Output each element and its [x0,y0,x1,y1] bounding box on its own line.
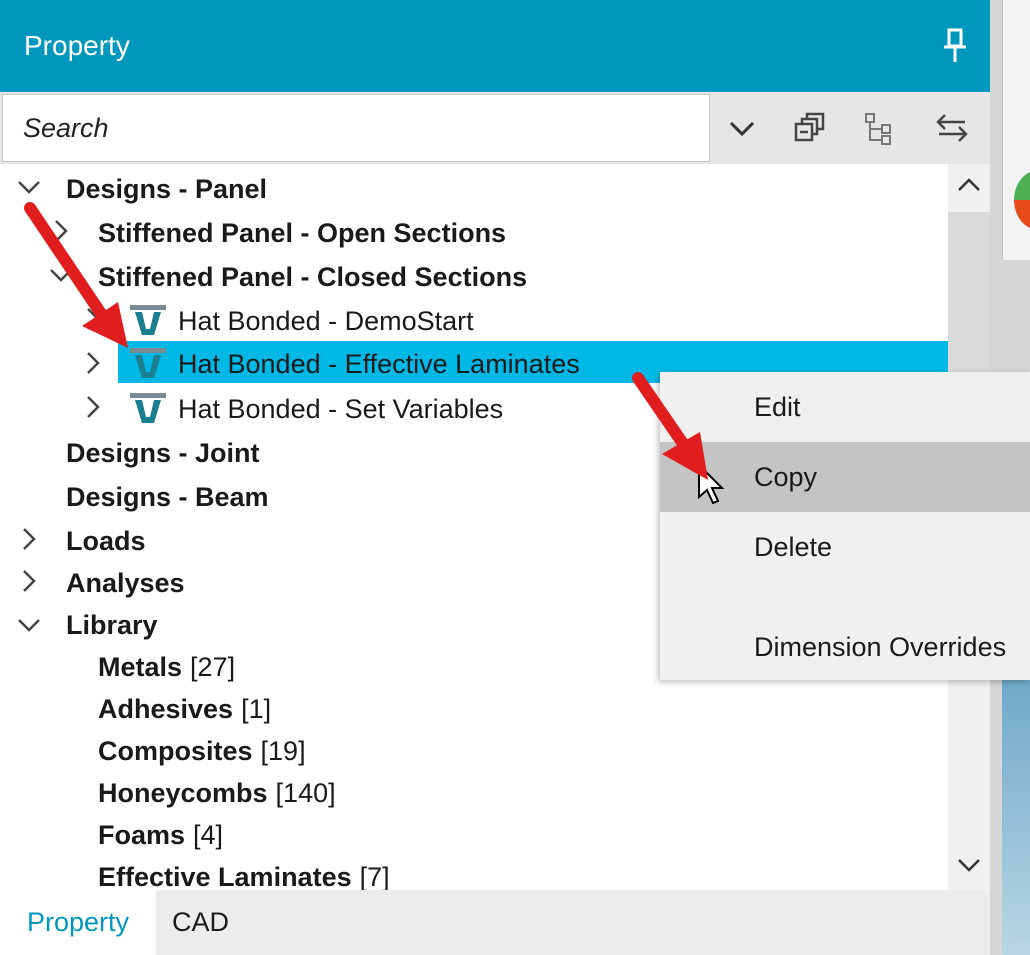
scrollbar-thumb[interactable] [948,212,990,382]
tree-item-library-child[interactable]: Adhesives [1] [98,687,271,731]
chevron-right-icon [87,352,100,374]
tree-item-label: Analyses [66,567,185,598]
tree-item-library-child[interactable]: Metals [27] [98,645,235,689]
panel-title: Property [24,30,130,61]
tree-item-label: Designs - Panel [66,173,268,204]
collapse-all-button[interactable] [790,108,830,148]
search-box[interactable] [2,94,710,162]
sync-button[interactable] [932,108,972,148]
tab-property[interactable]: Property [0,890,156,955]
library-item-label: Adhesives [98,693,234,724]
library-item-label: Effective Laminates [98,861,352,891]
tree-item-label: Hat Bonded - Effective Laminates [178,348,580,379]
search-input[interactable] [3,95,709,161]
library-item-count: [27] [190,651,236,682]
hat-stiffener-icon [130,348,166,378]
chevron-right-icon [87,396,100,418]
stacked-windows-icon [794,112,825,142]
library-item-count: [19] [260,735,306,766]
swap-arrows-icon [936,114,968,142]
library-item-count: [1] [241,693,272,724]
library-item-count: [140] [275,777,336,808]
tree-item-label: Stiffened Panel - Closed Sections [98,261,528,292]
expand-toggle[interactable] [14,566,44,596]
tree-item-label: Designs - Beam [66,481,269,512]
tree-item-library-child[interactable]: Effective Laminates [7] [98,855,390,891]
tree-item-library-child[interactable]: Honeycombs [140] [98,771,336,815]
expand-toggle[interactable] [46,216,76,246]
chevron-down-icon [50,269,72,282]
property-panel-app: Property Search Designs - Panel Stiffene… [0,0,1030,955]
panel-header: Property [0,0,990,92]
expand-toggle[interactable] [78,348,108,378]
tree-item-library-child[interactable]: Foams [4] [98,813,223,857]
expand-toggle[interactable] [14,172,44,202]
library-item-label: Foams [98,819,186,850]
tree-item-hat-set-variables[interactable]: Hat Bonded - Set Variables [130,387,503,431]
tree-item-analyses[interactable]: Analyses [66,561,185,605]
context-menu: Edit Copy Delete Dimension Overrides [660,372,1030,680]
chevron-down-icon [729,121,755,137]
library-item-label: Honeycombs [98,777,268,808]
menu-item-dimension-overrides[interactable]: Dimension Overrides [660,612,1030,682]
chevron-right-icon [55,220,68,242]
tree-item-hat-effective-laminates[interactable]: Hat Bonded - Effective Laminates [130,342,580,386]
expand-toggle[interactable] [14,524,44,554]
tree-item-designs-panel[interactable]: Designs - Panel [66,167,267,211]
tree-item-designs-beam[interactable]: Designs - Beam [66,475,269,519]
tree-item-library-child[interactable]: Composites [19] [98,729,306,773]
toolbar [0,92,990,164]
pin-icon[interactable] [940,28,970,64]
scroll-up-button[interactable] [948,164,990,206]
tree-item-designs-joint[interactable]: Designs - Joint [66,431,260,475]
menu-item-delete[interactable]: Delete [660,512,1030,582]
tree-item-open-sections[interactable]: Stiffened Panel - Open Sections [98,211,506,255]
tree-hierarchy-icon [865,113,891,145]
chevron-down-icon [18,619,40,632]
expand-toggle[interactable] [14,610,44,640]
chevron-down-icon [958,859,980,872]
hat-stiffener-icon [130,393,166,423]
library-item-count: [4] [193,819,224,850]
dropdown-button[interactable] [722,108,762,148]
tree-item-label: Stiffened Panel - Open Sections [98,217,507,248]
library-item-label: Composites [98,735,253,766]
tab-cad[interactable]: CAD [172,890,229,955]
bottom-tab-bar: Property CAD [0,890,990,955]
chevron-down-icon [18,181,40,194]
menu-item-edit[interactable]: Edit [660,372,1030,442]
expand-toggle[interactable] [46,260,76,290]
tree-view-button[interactable] [860,108,900,148]
chevron-right-icon [87,308,100,330]
tree-item-hat-demostart[interactable]: Hat Bonded - DemoStart [130,299,474,343]
library-item-label: Metals [98,651,183,682]
background-viewport [1002,680,1030,955]
tree-item-label: Loads [66,525,146,556]
tree-item-label: Hat Bonded - DemoStart [178,305,474,336]
tree-item-label: Hat Bonded - Set Variables [178,393,504,424]
library-item-count: [7] [359,861,390,891]
tree-item-closed-sections[interactable]: Stiffened Panel - Closed Sections [98,255,527,299]
tree-item-library[interactable]: Library [66,603,158,647]
chevron-right-icon [23,528,36,550]
scroll-down-button[interactable] [948,844,990,886]
expand-toggle[interactable] [78,304,108,334]
chevron-right-icon [23,570,36,592]
expand-toggle[interactable] [78,392,108,422]
tree-item-label: Designs - Joint [66,437,260,468]
chevron-up-icon [958,178,980,191]
tree-item-label: Library [66,609,158,640]
hat-stiffener-icon [130,305,166,335]
mouse-cursor-icon [698,463,725,505]
tree-item-loads[interactable]: Loads [66,519,146,563]
